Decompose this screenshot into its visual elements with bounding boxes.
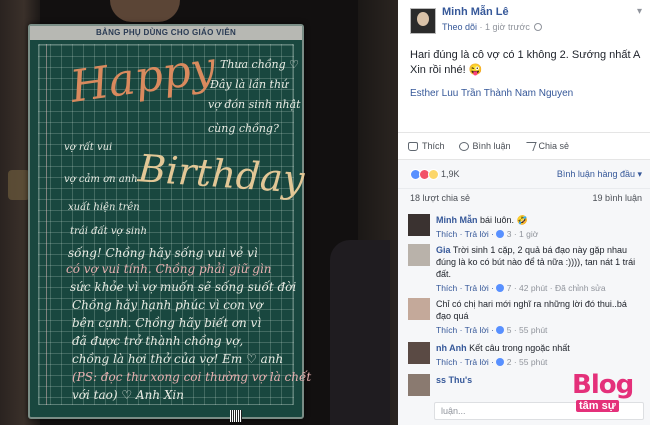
comment-like-count: 5 [506,325,512,335]
comment-label: Bình luận [472,141,511,151]
comment-icon [458,141,469,151]
share-icon [522,141,537,151]
comment-body: Minh Mẫn bái luôn. 🤣 Thích · Trả lời · 3… [436,214,644,240]
chalk-line: Chồng hãy hạnh phúc vì con vợ [72,298,263,312]
comment-reply-link[interactable]: Thích · Trả lời · [436,357,494,367]
post-header: Minh Mẫn Lê Theo dõi · 1 giờ trước ▾ [398,0,650,40]
comment-time: · 1 giờ [513,229,539,239]
photo-panel: BẢNG PHỤ DÙNG CHO GIÁO VIÊN Happy Birthd… [0,0,398,425]
chalk-line: vợ đón sinh nhật [208,98,301,111]
comment-time: · 55 phút [513,357,548,367]
comment-avatar[interactable] [408,298,430,320]
comment-like-count: 2 [506,357,512,367]
globe-icon [534,23,543,31]
comment-avatar[interactable] [408,374,430,396]
like-count-icon [496,284,505,292]
follow-link[interactable]: Theo dõi [442,22,477,32]
comment-author[interactable]: ss Thu's [436,375,472,385]
person-silhouette [330,240,390,425]
comment-like-count: 3 [506,229,512,239]
reaction-haha-icon [428,168,439,180]
like-count-icon [496,326,505,334]
comment-reply-link[interactable]: Thích · Trả lời · [436,229,494,239]
like-count-icon [496,358,505,366]
blog-watermark: Blog tâm sự [572,370,646,418]
comment-like-count: 7 [506,283,512,293]
comment-footer: Thích · Trả lời · 2 · 55 phút [436,356,644,368]
reaction-bar: 1,9K Bình luận hàng đầu ▾ [398,160,650,188]
comment-author[interactable]: nh Anh [436,343,467,353]
tagged-people[interactable]: Esther Luu Trần Thành Nam Nguyen [410,88,642,99]
chalk-line: chồng là hơi thở của vợ! Em ♡ anh [72,352,284,366]
post-time[interactable]: 1 giờ trước [485,22,530,32]
facebook-post-panel: Minh Mẫn Lê Theo dõi · 1 giờ trước ▾ Har… [398,0,650,425]
comment-text: Kết câu trong ngoặc nhất [469,343,570,353]
chalk-line: vợ rất vui [64,142,113,153]
post-text: Hari đúng là cô vợ có 1 không 2. Sướng n… [410,49,640,76]
chalk-line: bên cạnh. Chồng hãy biết ơn vì [72,316,262,330]
chalk-line: Thưa chồng ♡ [220,58,300,71]
like-count-icon [496,230,505,238]
comment-footer: Thích · Trả lời · 7 · 42 phút · Đã chỉnh… [436,282,644,294]
comment-body: nh Anh Kết câu trong ngoặc nhất Thích · … [436,342,644,368]
watermark-subtitle: tâm sự [576,400,619,412]
comment-time: · 42 phút · Đã chỉnh sửa [513,283,606,293]
comment-body: Chỉ có chị hari mới nghĩ ra những lời đó… [436,298,644,336]
like-icon [408,141,418,151]
post-actions: Thích Bình luận Chia sẻ [398,132,650,160]
comment-button[interactable]: Bình luận [458,141,511,151]
hand [110,0,180,22]
board-margin-line [46,44,47,405]
comment-avatar[interactable] [408,342,430,364]
chalk-line: sống! Chồng hãy sống vui vẻ vì [68,246,258,260]
chalk-line: vợ cảm ơn anh [64,174,138,185]
comment-author[interactable]: Minh Mẫn [436,215,478,225]
comment-text: Trời sinh 1 cặp, 2 quả bá đạo này gặp nh… [436,245,636,279]
chevron-down-icon[interactable]: ▾ [637,6,642,17]
board-title: BẢNG PHỤ DÙNG CHO GIÁO VIÊN [95,28,237,37]
comment-sort-dropdown[interactable]: Bình luận hàng đầu ▾ [557,169,642,180]
comment-text: bái luôn. 🤣 [480,215,528,225]
chalk-line: sức khỏe vì vợ muốn sẽ sống suốt đời [70,280,297,294]
share-button[interactable]: Chia sẻ [522,141,570,151]
author-name[interactable]: Minh Mẫn Lê [442,6,509,18]
background-object [8,170,30,200]
comment-footer: Thích · Trả lời · 5 · 55 phút [436,324,644,336]
like-button[interactable]: Thích [408,141,445,151]
chalkboard: BẢNG PHỤ DÙNG CHO GIÁO VIÊN Happy Birthd… [28,24,311,422]
reaction-count[interactable]: 1,9K [441,169,460,179]
like-label: Thích [422,141,445,151]
chalk-line: (PS: đọc thư xong coi thường vợ là chết [72,370,312,384]
chalk-line: đã được trở thành chồng vợ, [72,334,244,348]
share-count[interactable]: 18 lượt chia sẻ [410,193,470,203]
comment-body: Gia Trời sinh 1 cặp, 2 quả bá đạo này gặ… [436,244,644,294]
comment-reply-link[interactable]: Thích · Trả lời · [436,283,494,293]
comment-author[interactable]: Gia [436,245,451,255]
share-label: Chia sẻ [538,141,570,151]
chalk-line: Đây là lần thứ [210,78,289,91]
post-meta: Theo dõi · 1 giờ trước [442,22,543,32]
watermark-logo: Blog [572,370,634,400]
comment-count[interactable]: 19 bình luận [592,193,642,203]
comment-reply-link[interactable]: Thích · Trả lời · [436,325,494,335]
comment-text: Chỉ có chị hari mới nghĩ ra những lời đó… [436,299,627,321]
comment-time: · 55 phút [513,325,548,335]
comment-avatar[interactable] [408,244,430,266]
reaction-icons[interactable] [410,168,439,180]
chalk-line: với tao) ♡ Anh Xin [72,388,184,402]
chalk-line: cùng chồng? [208,122,279,135]
chalk-line: xuất hiện trên [68,202,140,213]
chalk-line: có vợ vui tính. Chồng phải giữ gìn [66,262,272,276]
share-comment-counts: 18 lượt chia sẻ 19 bình luận [398,188,650,208]
chalk-line: trái đất vợ sinh [70,226,147,237]
barcode-sticker [230,410,242,422]
comment-footer: Thích · Trả lời · 3 · 1 giờ [436,228,644,240]
author-avatar[interactable] [410,8,436,34]
comment-avatar[interactable] [408,214,430,236]
